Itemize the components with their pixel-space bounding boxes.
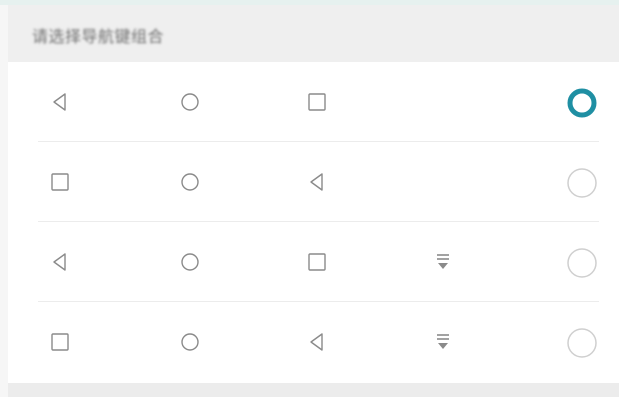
section-title: 请选择导航键组合 (32, 27, 165, 46)
navigation-key-settings-screen: 请选择导航键组合 (0, 0, 619, 397)
home-icon (178, 330, 202, 354)
back-icon (48, 250, 72, 274)
bottom-strip (8, 383, 619, 397)
recents-icon (48, 170, 72, 194)
back-icon (48, 90, 72, 114)
back-icon (305, 170, 329, 194)
navigation-option-row-3[interactable] (8, 222, 619, 302)
home-icon (178, 90, 202, 114)
navigation-option-row-2[interactable] (8, 142, 619, 222)
option-radio-3[interactable] (565, 246, 599, 280)
navigation-combination-list (8, 62, 619, 383)
option-radio-1-selected[interactable] (565, 86, 599, 120)
option-radio-4[interactable] (565, 326, 599, 360)
notification-pulldown-icon (431, 250, 455, 274)
home-icon (178, 170, 202, 194)
notification-pulldown-icon (431, 330, 455, 354)
recents-icon (305, 90, 329, 114)
navigation-option-row-4[interactable] (8, 302, 619, 382)
navigation-option-row-1[interactable] (8, 62, 619, 142)
home-icon (178, 250, 202, 274)
option-radio-2[interactable] (565, 166, 599, 200)
section-header: 请选择导航键组合 (8, 5, 619, 62)
recents-icon (305, 250, 329, 274)
recents-icon (48, 330, 72, 354)
back-icon (305, 330, 329, 354)
